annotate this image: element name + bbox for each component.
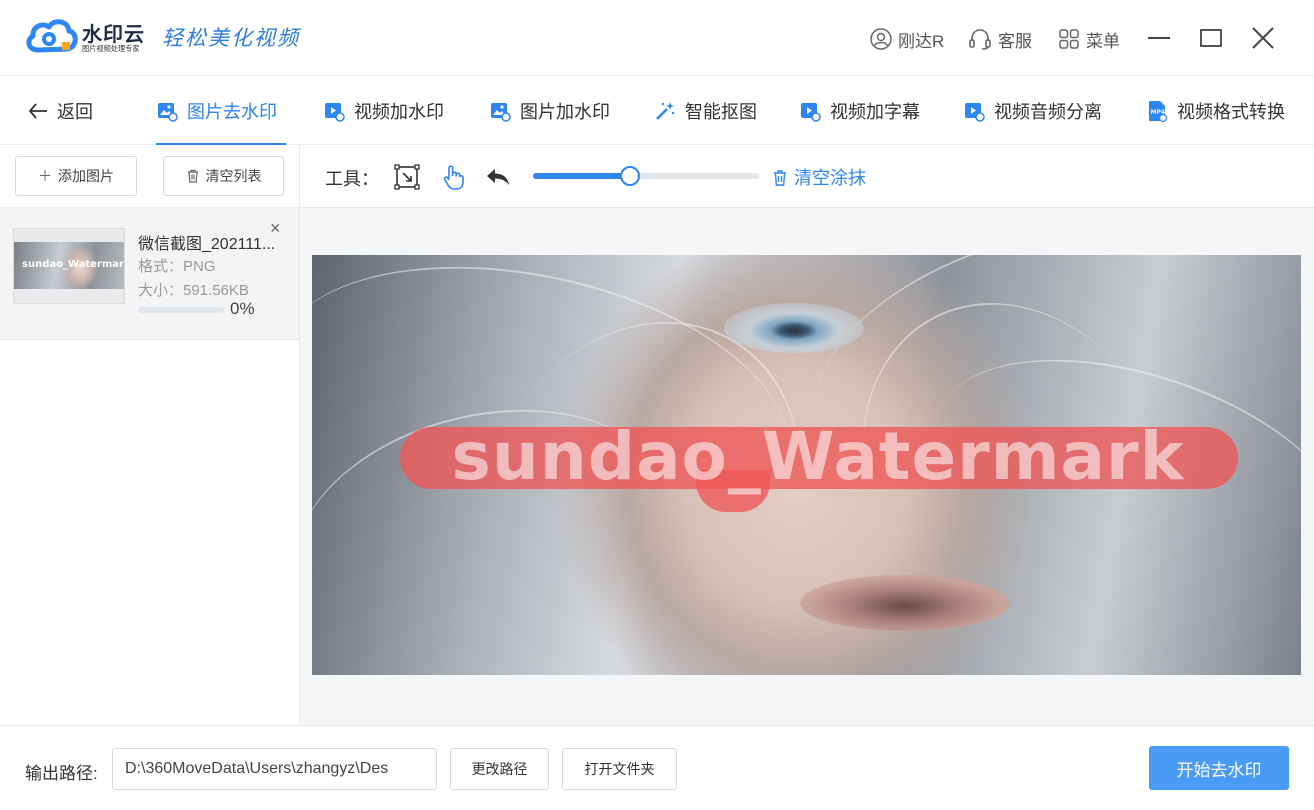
magic-wand-icon bbox=[656, 101, 675, 120]
lips bbox=[800, 575, 1010, 631]
customer-service-button[interactable]: 客服 bbox=[968, 26, 1032, 52]
open-folder-label: 打开文件夹 bbox=[584, 761, 655, 777]
file-progress-text: 0% bbox=[230, 299, 255, 318]
eye bbox=[724, 303, 864, 353]
feature-tabs: 返回 图片去水印 视频加水印 图片加水印 智能抠图 视频加字幕 视频音频分离 M… bbox=[0, 76, 1314, 145]
arrow-left-icon bbox=[28, 102, 47, 119]
output-bar: 输出路径: 更改路径 打开文件夹 开始去水印 bbox=[0, 725, 1314, 810]
image-icon bbox=[491, 102, 511, 122]
file-list-toolbar: ＋ 添加图片 清空列表 bbox=[0, 145, 299, 208]
mp4-file-icon: MP4 bbox=[1149, 100, 1168, 122]
clear-smear-label: 清空涂抹 bbox=[794, 168, 866, 188]
tab-smart-cutout[interactable]: 智能抠图 bbox=[654, 76, 757, 145]
clear-smear-button[interactable]: 清空涂抹 bbox=[772, 164, 866, 190]
user-account-button[interactable]: 刚达R bbox=[870, 26, 944, 52]
file-thumbnail: sundao_Watermark bbox=[13, 228, 125, 304]
close-icon[interactable] bbox=[1249, 24, 1277, 52]
file-list-panel: ＋ 添加图片 清空列表 sundao_Watermark 微信截图_202111… bbox=[0, 145, 300, 725]
tab-label: 视频音频分离 bbox=[994, 101, 1102, 122]
tab-image-add-watermark[interactable]: 图片加水印 bbox=[489, 76, 610, 145]
canvas-area: sundao_Watermark bbox=[300, 208, 1314, 725]
file-format: 格式：PNG bbox=[138, 258, 216, 275]
start-remove-watermark-button[interactable]: 开始去水印 bbox=[1149, 746, 1289, 790]
clear-list-label: 清空列表 bbox=[205, 168, 262, 184]
tools-label: 工具： bbox=[325, 169, 379, 189]
video-icon bbox=[325, 102, 345, 122]
add-image-label: 添加图片 bbox=[58, 168, 114, 184]
tab-video-audio-separate[interactable]: 视频音频分离 bbox=[963, 76, 1102, 145]
tab-video-format-convert[interactable]: MP4 视频格式转换 bbox=[1146, 76, 1285, 145]
output-path-field[interactable] bbox=[112, 748, 437, 790]
menu-button[interactable]: 菜单 bbox=[1058, 26, 1120, 52]
slider-fill bbox=[533, 173, 631, 179]
tab-video-add-subtitles[interactable]: 视频加字幕 bbox=[799, 76, 920, 145]
video-icon bbox=[965, 102, 985, 122]
cloud-logo-icon bbox=[26, 19, 78, 53]
change-path-label: 更改路径 bbox=[471, 761, 528, 777]
tab-label: 视频加水印 bbox=[354, 101, 444, 122]
tab-video-add-watermark[interactable]: 视频加水印 bbox=[323, 76, 444, 145]
menu-label: 菜单 bbox=[1086, 31, 1120, 51]
image-icon bbox=[158, 102, 178, 122]
headset-icon bbox=[969, 29, 991, 50]
maximize-icon[interactable] bbox=[1197, 24, 1225, 52]
file-size: 大小：591.56KB bbox=[138, 282, 249, 299]
slider-handle[interactable] bbox=[620, 166, 641, 186]
trash-icon bbox=[187, 169, 198, 183]
brand-name: 水印云 bbox=[82, 24, 145, 46]
video-icon bbox=[801, 102, 821, 122]
brand-subtitle: 图片视频处理专家 bbox=[82, 44, 140, 53]
output-path-label: 输出路径: bbox=[25, 764, 98, 783]
thumbnail-watermark-text: sundao_Watermark bbox=[22, 259, 125, 270]
tab-label: 视频加字幕 bbox=[830, 101, 920, 122]
open-folder-button[interactable]: 打开文件夹 bbox=[562, 748, 677, 790]
back-label: 返回 bbox=[57, 101, 93, 122]
file-progress-bar bbox=[138, 307, 224, 313]
select-area-icon[interactable] bbox=[393, 163, 421, 191]
brush-size-slider[interactable] bbox=[533, 165, 759, 187]
tab-label: 智能抠图 bbox=[685, 101, 757, 122]
change-path-button[interactable]: 更改路径 bbox=[450, 748, 549, 790]
watermark-text: sundao_Watermark bbox=[451, 418, 1185, 495]
grid-menu-icon bbox=[1059, 29, 1079, 49]
trash-icon bbox=[774, 169, 786, 186]
minimize-icon[interactable] bbox=[1145, 24, 1173, 52]
app-window: 水印云 图片视频处理专家 轻松美化视频 刚达R 客服 菜单 返回 图片去水印 视… bbox=[0, 0, 1314, 810]
plus-icon: ＋ bbox=[38, 168, 52, 184]
file-name: 微信截图_202111... bbox=[138, 236, 276, 253]
back-button[interactable]: 返回 bbox=[27, 76, 93, 145]
tools-bar: 工具： 清空涂抹 bbox=[300, 145, 1314, 208]
tab-label: 图片去水印 bbox=[187, 101, 277, 122]
list-item[interactable]: sundao_Watermark 微信截图_202111... 格式：PNG 大… bbox=[0, 208, 299, 340]
undo-icon[interactable] bbox=[484, 163, 512, 191]
tab-label: 视频格式转换 bbox=[1177, 101, 1285, 122]
user-icon bbox=[870, 28, 892, 50]
clear-list-button[interactable]: 清空列表 bbox=[163, 156, 284, 196]
hand-pointer-icon[interactable] bbox=[439, 163, 467, 191]
remove-file-icon[interactable]: × bbox=[270, 219, 281, 237]
add-image-button[interactable]: ＋ 添加图片 bbox=[15, 156, 137, 196]
user-name: 刚达R bbox=[898, 31, 945, 51]
brand-slogan: 轻松美化视频 bbox=[162, 26, 300, 50]
title-bar: 水印云 图片视频处理专家 轻松美化视频 刚达R 客服 菜单 bbox=[0, 0, 1314, 76]
tab-label: 图片加水印 bbox=[520, 101, 610, 122]
image-canvas[interactable]: sundao_Watermark bbox=[312, 255, 1301, 675]
customer-service-label: 客服 bbox=[998, 31, 1032, 51]
tab-image-remove-watermark[interactable]: 图片去水印 bbox=[156, 76, 286, 145]
start-remove-watermark-label: 开始去水印 bbox=[1176, 760, 1262, 780]
